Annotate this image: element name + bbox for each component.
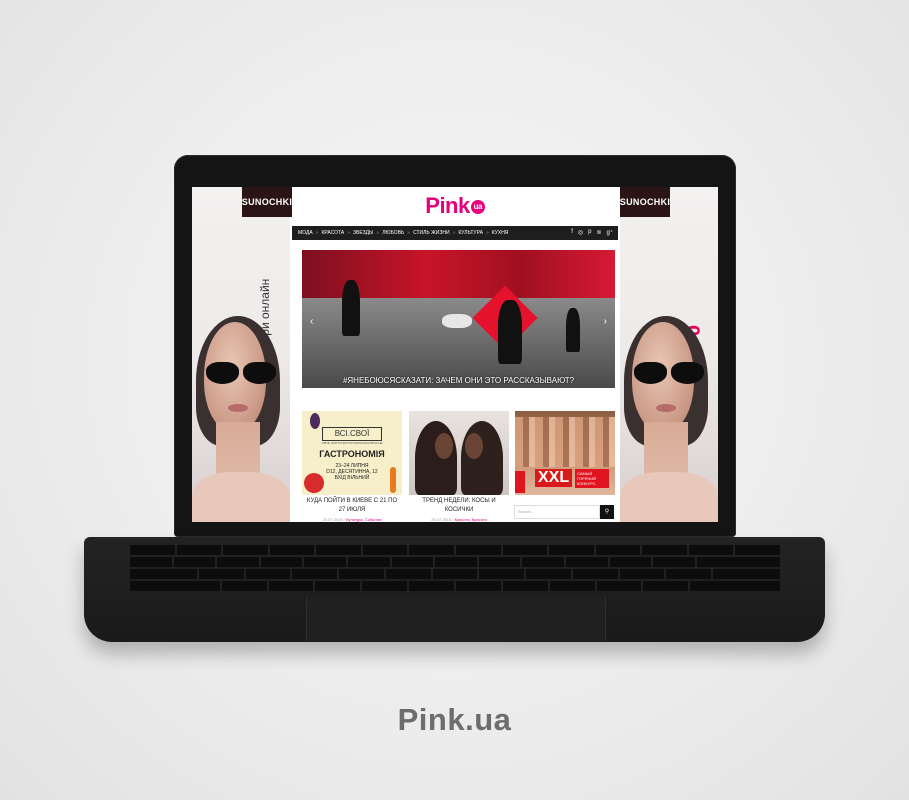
page-caption: Pink.ua bbox=[397, 702, 512, 737]
card-image-subtitle: СВОЄ ЖИТТЯ ФОТОГРАФІЯ МОЄ ВЛАСНЕ bbox=[321, 441, 383, 445]
article-card-category[interactable]: Красота, Красота bbox=[455, 517, 487, 522]
hero-figure bbox=[342, 280, 360, 336]
pinterest-icon[interactable]: p bbox=[588, 229, 591, 236]
right-side-ad[interactable]: SUNOCHKI -50% bbox=[620, 187, 718, 522]
card-image-brand: ВСІ.СВОЇ bbox=[322, 427, 382, 441]
ad-model-image bbox=[620, 316, 718, 522]
nav-item-zvezdy[interactable]: ЗВЕЗДЫ bbox=[353, 230, 373, 236]
site-main-column: Pink ua МОДА » КРАСОТА » ЗВЕЗДЫ » ЛЮБОВЬ … bbox=[292, 187, 618, 522]
vk-icon[interactable]: ≋ bbox=[596, 229, 601, 236]
hero-figure bbox=[566, 308, 580, 352]
nav-item-moda[interactable]: МОДА bbox=[298, 230, 313, 236]
nav-item-krasota[interactable]: КРАСОТА bbox=[321, 230, 344, 236]
article-card-title[interactable]: КУДА ПОЙТИ В КИЕВЕ С 21 ПО 27 ИЮЛЯ bbox=[302, 497, 402, 515]
social-links: f ◎ p ≋ g⁺ bbox=[571, 229, 613, 236]
nav-separator: » bbox=[315, 230, 319, 236]
laptop-keyboard bbox=[129, 545, 781, 597]
site-logo[interactable]: Pink ua bbox=[292, 193, 618, 219]
nav-separator: » bbox=[407, 230, 411, 236]
nav-separator: » bbox=[347, 230, 350, 236]
google-plus-icon[interactable]: g⁺ bbox=[606, 229, 613, 236]
hero-title[interactable]: #ЯНЕБОЮСЯСКАЗАТИ: ЗАЧЕМ ОНИ ЭТО РАССКАЗЫ… bbox=[302, 376, 615, 386]
logo-badge: ua bbox=[470, 200, 485, 215]
ad-brand-logo[interactable]: SUNOCHKI bbox=[242, 187, 292, 217]
nav-item-kultura[interactable]: КУЛЬТУРА bbox=[458, 230, 483, 236]
xxl-logo: XXL bbox=[535, 469, 573, 487]
card-image-heading: ГАСТРОНОМІЯ bbox=[319, 449, 385, 459]
article-cards: ВСІ.СВОЇ СВОЄ ЖИТТЯ ФОТОГРАФІЯ МОЄ ВЛАСН… bbox=[302, 411, 615, 522]
nav-item-lyubov[interactable]: ЛЮБОВЬ bbox=[382, 230, 404, 236]
article-card-category[interactable]: Культура, События bbox=[346, 517, 381, 522]
search-icon[interactable]: ⚲ bbox=[600, 505, 614, 519]
left-side-ad[interactable]: SUNOCHKI окуляри онлайн bbox=[192, 187, 292, 522]
search-box: Search... ⚲ bbox=[514, 505, 614, 519]
main-nav: МОДА » КРАСОТА » ЗВЕЗДЫ » ЛЮБОВЬ » СТИЛЬ… bbox=[292, 226, 618, 240]
slider-prev-arrow[interactable]: ‹ bbox=[310, 316, 313, 327]
logo-text: Pink bbox=[425, 193, 470, 218]
article-card[interactable]: ТРЕНД НЕДЕЛИ: КОСЫ И КОСИЧКИ 20.07.2015 … bbox=[409, 411, 509, 522]
instagram-icon[interactable]: ◎ bbox=[578, 229, 583, 236]
article-card-title[interactable]: ТРЕНД НЕДЕЛИ: КОСЫ И КОСИЧКИ bbox=[409, 497, 509, 515]
slider-next-arrow[interactable]: › bbox=[604, 316, 607, 327]
hero-horse bbox=[442, 314, 472, 328]
sidebar-banner[interactable]: XXL САМЫЙ ГОРЯЧИЙ КОНКУРС bbox=[515, 411, 615, 495]
nav-separator: » bbox=[452, 230, 456, 236]
nav-separator: » bbox=[376, 230, 380, 236]
nav-item-kuhnya[interactable]: КУХНЯ bbox=[492, 230, 509, 236]
search-input[interactable]: Search... bbox=[514, 505, 600, 519]
article-card[interactable]: ВСІ.СВОЇ СВОЄ ЖИТТЯ ФОТОГРАФІЯ МОЄ ВЛАСН… bbox=[302, 411, 402, 522]
hero-figure bbox=[498, 300, 522, 364]
ad-brand-logo[interactable]: SUNOCHKI bbox=[620, 187, 670, 217]
article-card-image[interactable] bbox=[409, 411, 509, 495]
xxl-banner-image[interactable]: XXL САМЫЙ ГОРЯЧИЙ КОНКУРС bbox=[515, 411, 615, 495]
article-card-meta: 20.07.2015 / Красота, Красота bbox=[431, 517, 487, 522]
laptop-trackpad bbox=[306, 597, 606, 641]
ad-model-image bbox=[192, 316, 290, 522]
hero-slider[interactable]: ‹ › #ЯНЕБОЮСЯСКАЗАТИ: ЗАЧЕМ ОНИ ЭТО РАСС… bbox=[302, 250, 615, 388]
article-card-image[interactable]: ВСІ.СВОЇ СВОЄ ЖИТТЯ ФОТОГРАФІЯ МОЄ ВЛАСН… bbox=[302, 411, 402, 495]
facebook-icon[interactable]: f bbox=[571, 229, 573, 236]
article-card-date: 20.07.2015 bbox=[322, 517, 343, 522]
article-card-date: 20.07.2015 bbox=[431, 517, 452, 522]
article-card-meta: 20.07.2015 / Культура, События bbox=[322, 517, 382, 522]
nav-separator: » bbox=[485, 230, 489, 236]
browser-screen: SUNOCHKI окуляри онлайн SUNOCHKI -50% Pi… bbox=[192, 187, 718, 522]
nav-item-stil-zhizni[interactable]: СТИЛЬ ЖИЗНИ bbox=[413, 230, 449, 236]
xxl-tag: САМЫЙ ГОРЯЧИЙ КОНКУРС bbox=[575, 469, 609, 488]
